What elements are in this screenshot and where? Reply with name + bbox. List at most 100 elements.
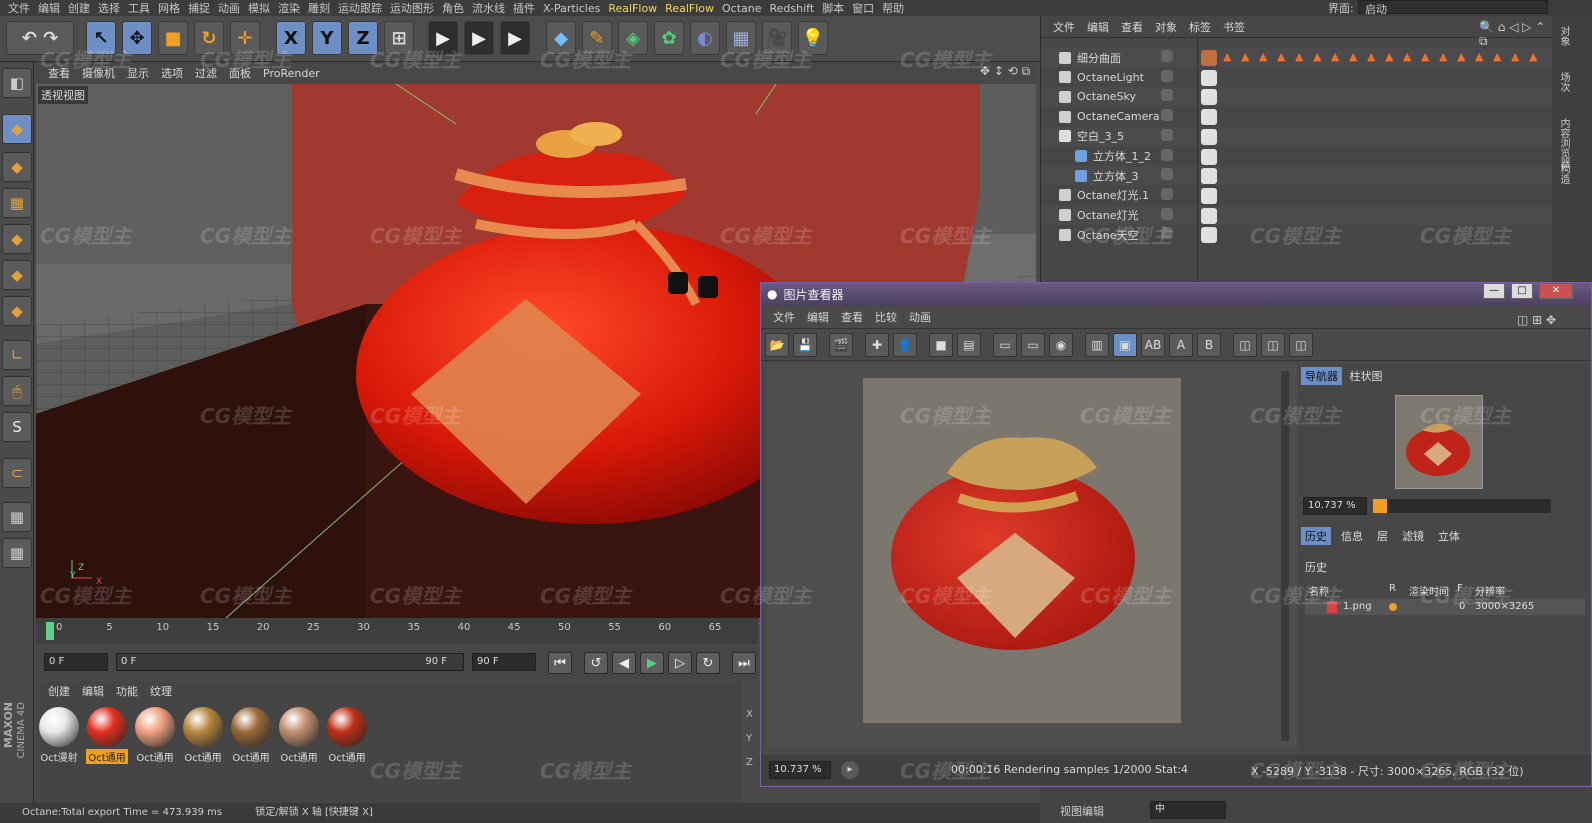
menu-item[interactable]: 编辑 bbox=[38, 0, 60, 16]
picture-viewer-menu-item[interactable]: 比较 bbox=[875, 309, 897, 325]
object-menu-item[interactable]: 书签 bbox=[1223, 19, 1245, 35]
material-menu-item[interactable]: 纹理 bbox=[150, 683, 172, 699]
info-tab[interactable]: 信息 bbox=[1337, 527, 1367, 545]
tag-icon[interactable] bbox=[1201, 168, 1217, 185]
object-menu-item[interactable]: 编辑 bbox=[1087, 19, 1109, 35]
visibility-toggle[interactable] bbox=[1161, 69, 1173, 82]
tweak-mode-icon[interactable]: 🖱 bbox=[2, 376, 32, 406]
navigator-zoom-field[interactable]: 10.737 % bbox=[1303, 497, 1367, 515]
material-tag-icon[interactable]: ▲ bbox=[1277, 50, 1285, 63]
object-menu-item[interactable]: 查看 bbox=[1121, 19, 1143, 35]
cloner-icon[interactable]: ✿ bbox=[654, 21, 684, 55]
compare-icon[interactable]: ▥ bbox=[1085, 332, 1109, 357]
viewport-menu-item[interactable]: 选项 bbox=[161, 65, 183, 81]
split-right-icon[interactable]: ◫ bbox=[1289, 332, 1313, 357]
y-axis-lock-icon[interactable]: Y bbox=[312, 21, 342, 55]
material-menu-item[interactable]: 功能 bbox=[116, 683, 138, 699]
material-tag-icon[interactable]: ▲ bbox=[1331, 50, 1339, 63]
menu-item[interactable]: 模拟 bbox=[248, 0, 270, 16]
object-row[interactable]: Octane天空 bbox=[1041, 225, 1553, 244]
info-tab[interactable]: 滤镜 bbox=[1398, 527, 1428, 545]
material-tag-icon[interactable]: ▲ bbox=[1403, 50, 1411, 63]
object-row[interactable]: OctaneSky bbox=[1041, 87, 1553, 107]
menu-item[interactable]: 文件 bbox=[8, 0, 30, 16]
deformer-icon[interactable]: ◐ bbox=[690, 21, 720, 55]
material-menu-item[interactable]: 编辑 bbox=[82, 683, 104, 699]
tag-icon[interactable] bbox=[1201, 89, 1217, 106]
material-tag-icon[interactable]: ▲ bbox=[1241, 50, 1249, 63]
render-view-icon[interactable]: ▶ bbox=[428, 21, 458, 55]
end-frame-field[interactable]: 90 F bbox=[472, 653, 536, 671]
render-canvas[interactable] bbox=[767, 363, 1297, 748]
menu-item[interactable]: Redshift bbox=[770, 2, 815, 15]
rotate-tool-icon[interactable]: ↻ bbox=[194, 21, 224, 55]
material-tag-icon[interactable]: ▲ bbox=[1295, 50, 1303, 63]
zoom-slider[interactable] bbox=[1373, 499, 1551, 513]
visibility-toggle[interactable] bbox=[1161, 89, 1173, 102]
material-swatch[interactable]: Oct通用 bbox=[134, 707, 176, 764]
next-frame-icon[interactable]: ▷ bbox=[668, 652, 692, 674]
make-editable-icon[interactable]: ◧ bbox=[2, 68, 32, 98]
material-tag-icon[interactable]: ▲ bbox=[1439, 50, 1447, 63]
material-swatch[interactable]: Oct通用 bbox=[278, 707, 320, 764]
menu-item[interactable]: 捕捉 bbox=[188, 0, 210, 16]
current-frame-field[interactable]: 0 F bbox=[44, 653, 108, 671]
object-row[interactable]: 细分曲面 ▲ ▲ ▲ ▲ ▲ ▲ ▲ ▲ ▲ ▲ ▲ ▲ ▲ ▲ ▲ ▲ ▲ ▲ bbox=[1041, 48, 1553, 67]
visibility-toggle[interactable] bbox=[1161, 168, 1173, 181]
material-tag-icon[interactable]: ▲ bbox=[1259, 50, 1267, 63]
tab-histogram[interactable]: 柱状图 bbox=[1346, 367, 1387, 385]
open-icon[interactable]: 📂 bbox=[765, 332, 789, 357]
timeline-ruler[interactable]: 0510152025303540455055606570 bbox=[36, 618, 772, 644]
next-key-icon[interactable]: ↻ bbox=[696, 652, 720, 674]
layout-select[interactable]: 启动 bbox=[1358, 0, 1548, 16]
object-menu-item[interactable]: 标签 bbox=[1189, 19, 1211, 35]
history-column-header[interactable]: R bbox=[1389, 583, 1396, 594]
timeline-playhead[interactable] bbox=[46, 622, 54, 640]
tag-icon[interactable] bbox=[1201, 50, 1217, 66]
menu-item[interactable]: RealFlow bbox=[665, 2, 714, 15]
select-tool-icon[interactable]: ↖ bbox=[86, 21, 116, 55]
info-tab[interactable]: 历史 bbox=[1301, 527, 1331, 545]
region-render-icon[interactable]: ▭ bbox=[993, 332, 1017, 357]
menu-item[interactable]: 运动跟踪 bbox=[338, 0, 382, 16]
cursor-icon[interactable]: ✚ bbox=[865, 332, 889, 357]
set-a-icon[interactable]: A bbox=[1169, 332, 1193, 357]
tag-icon[interactable] bbox=[1201, 148, 1217, 165]
menu-item[interactable]: X-Particles bbox=[543, 2, 600, 15]
object-row[interactable]: 空白_3_5 bbox=[1041, 126, 1553, 146]
frame-range-slider[interactable]: 0 F 90 F bbox=[116, 653, 464, 671]
model-mode-icon[interactable]: ◆ bbox=[2, 114, 32, 144]
interactive-region-icon[interactable]: ◉ bbox=[1049, 332, 1073, 357]
menu-item[interactable]: 动画 bbox=[218, 0, 240, 16]
magnet-icon[interactable]: ⊂ bbox=[2, 458, 32, 488]
material-swatch[interactable]: Oct通用 bbox=[326, 707, 368, 764]
side-tab[interactable]: 场次 bbox=[1556, 72, 1571, 92]
light-icon[interactable]: 💡 bbox=[798, 21, 828, 55]
play-icon[interactable]: ▶ bbox=[640, 652, 664, 674]
workplane-icon[interactable]: ▦ bbox=[2, 188, 32, 218]
ab-compare-icon[interactable]: AB bbox=[1141, 332, 1165, 357]
pen-tool-icon[interactable]: ✎ bbox=[582, 21, 612, 55]
split-mid-icon[interactable]: ◫ bbox=[1261, 332, 1285, 357]
menu-item[interactable]: 运动图形 bbox=[390, 0, 434, 16]
render-picture-viewer-icon[interactable]: ▶ bbox=[464, 21, 494, 55]
object-row[interactable]: OctaneCamera bbox=[1041, 107, 1553, 126]
menu-item[interactable]: 选择 bbox=[98, 0, 120, 16]
tag-icon[interactable] bbox=[1201, 207, 1217, 224]
material-swatch[interactable]: Oct通用 bbox=[86, 707, 128, 764]
visibility-toggle[interactable] bbox=[1161, 109, 1173, 122]
picture-viewer-menu-item[interactable]: 文件 bbox=[773, 309, 795, 325]
viewport-menu-item[interactable]: 过滤 bbox=[195, 65, 217, 81]
visibility-toggle[interactable] bbox=[1161, 207, 1173, 220]
go-to-end-icon[interactable]: ⏭ bbox=[732, 652, 756, 674]
material-tag-icon[interactable]: ▲ bbox=[1223, 50, 1231, 63]
menu-item[interactable]: 帮助 bbox=[882, 0, 904, 16]
attributes-select[interactable]: 中 bbox=[1150, 801, 1226, 819]
picture-viewer-menu-item[interactable]: 查看 bbox=[841, 309, 863, 325]
tag-icon[interactable] bbox=[1201, 227, 1217, 244]
material-swatch[interactable]: Oct漫射 bbox=[38, 707, 80, 764]
object-row[interactable]: Octane灯光.1 bbox=[1041, 186, 1553, 205]
full-view-icon[interactable]: ▣ bbox=[1113, 332, 1137, 357]
object-toolbar-icons[interactable]: 🔍 ⌂ ◁ ▷ ⌃ ⧉ bbox=[1479, 20, 1552, 49]
snap-icon[interactable]: S bbox=[2, 412, 32, 442]
